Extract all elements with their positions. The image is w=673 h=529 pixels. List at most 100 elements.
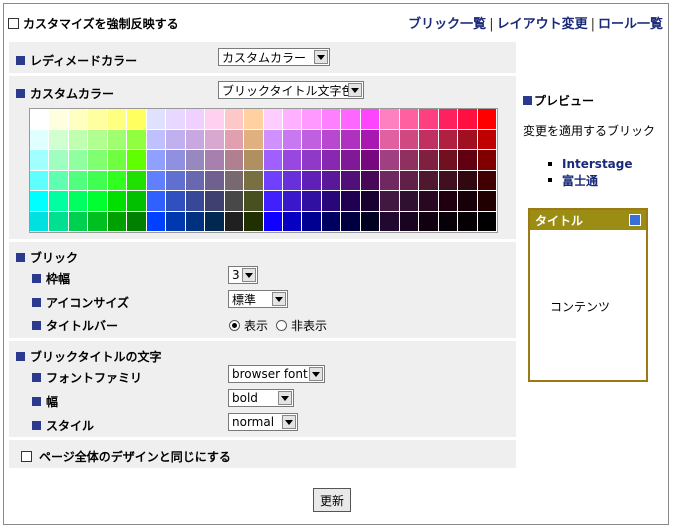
color-swatch[interactable] <box>263 150 283 171</box>
color-swatch[interactable] <box>302 211 322 232</box>
color-swatch[interactable] <box>166 150 186 171</box>
color-swatch[interactable] <box>399 211 420 232</box>
color-swatch[interactable] <box>49 211 69 232</box>
color-swatch[interactable] <box>127 150 147 171</box>
color-swatch[interactable] <box>302 150 322 171</box>
color-swatch[interactable] <box>302 109 322 130</box>
color-swatch[interactable] <box>146 109 167 130</box>
color-swatch[interactable] <box>107 170 128 191</box>
color-swatch[interactable] <box>185 129 206 150</box>
color-swatch[interactable] <box>282 211 303 232</box>
color-swatch[interactable] <box>224 191 245 212</box>
color-swatch[interactable] <box>341 150 361 171</box>
color-swatch[interactable] <box>146 211 167 232</box>
color-swatch[interactable] <box>185 109 206 130</box>
color-swatch[interactable] <box>360 211 381 232</box>
color-swatch[interactable] <box>263 191 283 212</box>
color-swatch[interactable] <box>419 211 439 232</box>
color-swatch[interactable] <box>321 170 342 191</box>
color-swatch[interactable] <box>185 211 206 232</box>
font-style-select[interactable]: normal <box>228 413 298 431</box>
color-swatch[interactable] <box>224 109 245 130</box>
color-swatch[interactable] <box>302 129 322 150</box>
color-swatch[interactable] <box>360 170 381 191</box>
color-swatch[interactable] <box>341 170 361 191</box>
color-swatch[interactable] <box>380 170 400 191</box>
color-swatch[interactable] <box>321 191 342 212</box>
same-design-checkbox[interactable] <box>21 451 32 462</box>
same-design-row[interactable]: ページ全体のデザインと同じにする <box>21 448 231 465</box>
color-swatch[interactable] <box>49 150 69 171</box>
ready-color-select[interactable]: カスタムカラー <box>218 48 330 66</box>
color-swatch[interactable] <box>68 211 89 232</box>
color-swatch[interactable] <box>458 211 478 232</box>
color-swatch[interactable] <box>224 211 245 232</box>
color-swatch[interactable] <box>205 191 225 212</box>
color-swatch[interactable] <box>166 191 186 212</box>
color-swatch[interactable] <box>419 170 439 191</box>
color-swatch[interactable] <box>438 150 459 171</box>
color-swatch[interactable] <box>244 109 264 130</box>
color-swatch[interactable] <box>282 150 303 171</box>
custom-color-target-select[interactable]: ブリックタイトル文字色 <box>218 81 364 99</box>
color-swatch[interactable] <box>380 150 400 171</box>
color-swatch[interactable] <box>360 109 381 130</box>
color-swatch[interactable] <box>224 170 245 191</box>
color-swatch[interactable] <box>438 129 459 150</box>
color-swatch[interactable] <box>88 170 108 191</box>
color-swatch[interactable] <box>88 129 108 150</box>
color-swatch[interactable] <box>146 170 167 191</box>
link-layout-change[interactable]: レイアウト変更 <box>497 17 588 32</box>
color-swatch[interactable] <box>166 211 186 232</box>
color-swatch[interactable] <box>341 191 361 212</box>
color-swatch[interactable] <box>49 129 69 150</box>
color-swatch[interactable] <box>419 150 439 171</box>
color-swatch[interactable] <box>107 129 128 150</box>
color-swatch[interactable] <box>282 109 303 130</box>
color-swatch[interactable] <box>399 109 420 130</box>
color-swatch[interactable] <box>88 211 108 232</box>
color-swatch[interactable] <box>30 109 50 130</box>
preview-link-interstage[interactable]: Interstage <box>562 157 633 171</box>
title-bar-show-radio[interactable] <box>229 320 240 331</box>
color-swatch[interactable] <box>205 150 225 171</box>
color-swatch[interactable] <box>146 191 167 212</box>
color-swatch[interactable] <box>49 191 69 212</box>
color-swatch[interactable] <box>244 170 264 191</box>
color-swatch[interactable] <box>380 129 400 150</box>
color-swatch[interactable] <box>88 109 108 130</box>
color-swatch[interactable] <box>419 109 439 130</box>
title-bar-hide-radio[interactable] <box>276 320 288 331</box>
color-swatch[interactable] <box>166 109 186 130</box>
color-swatch[interactable] <box>127 191 147 212</box>
color-swatch[interactable] <box>341 211 361 232</box>
color-swatch[interactable] <box>127 170 147 191</box>
color-swatch[interactable] <box>302 170 322 191</box>
color-swatch[interactable] <box>205 170 225 191</box>
color-swatch[interactable] <box>321 109 342 130</box>
color-swatch[interactable] <box>127 211 147 232</box>
color-swatch[interactable] <box>166 170 186 191</box>
color-swatch[interactable] <box>146 129 167 150</box>
color-swatch[interactable] <box>88 191 108 212</box>
color-swatch[interactable] <box>30 150 50 171</box>
color-swatch[interactable] <box>399 150 420 171</box>
color-swatch[interactable] <box>282 129 303 150</box>
color-swatch[interactable] <box>399 191 420 212</box>
color-swatch[interactable] <box>244 191 264 212</box>
color-swatch[interactable] <box>360 129 381 150</box>
color-swatch[interactable] <box>458 150 478 171</box>
color-swatch[interactable] <box>282 170 303 191</box>
color-swatch[interactable] <box>458 191 478 212</box>
color-swatch[interactable] <box>205 109 225 130</box>
color-swatch[interactable] <box>380 109 400 130</box>
color-swatch[interactable] <box>321 129 342 150</box>
color-swatch[interactable] <box>224 150 245 171</box>
color-swatch[interactable] <box>477 191 497 212</box>
color-swatch[interactable] <box>477 170 497 191</box>
color-swatch[interactable] <box>127 129 147 150</box>
color-swatch[interactable] <box>68 170 89 191</box>
color-swatch[interactable] <box>399 170 420 191</box>
preview-link-fujitsu[interactable]: 富士通 <box>562 172 598 189</box>
color-swatch[interactable] <box>419 191 439 212</box>
